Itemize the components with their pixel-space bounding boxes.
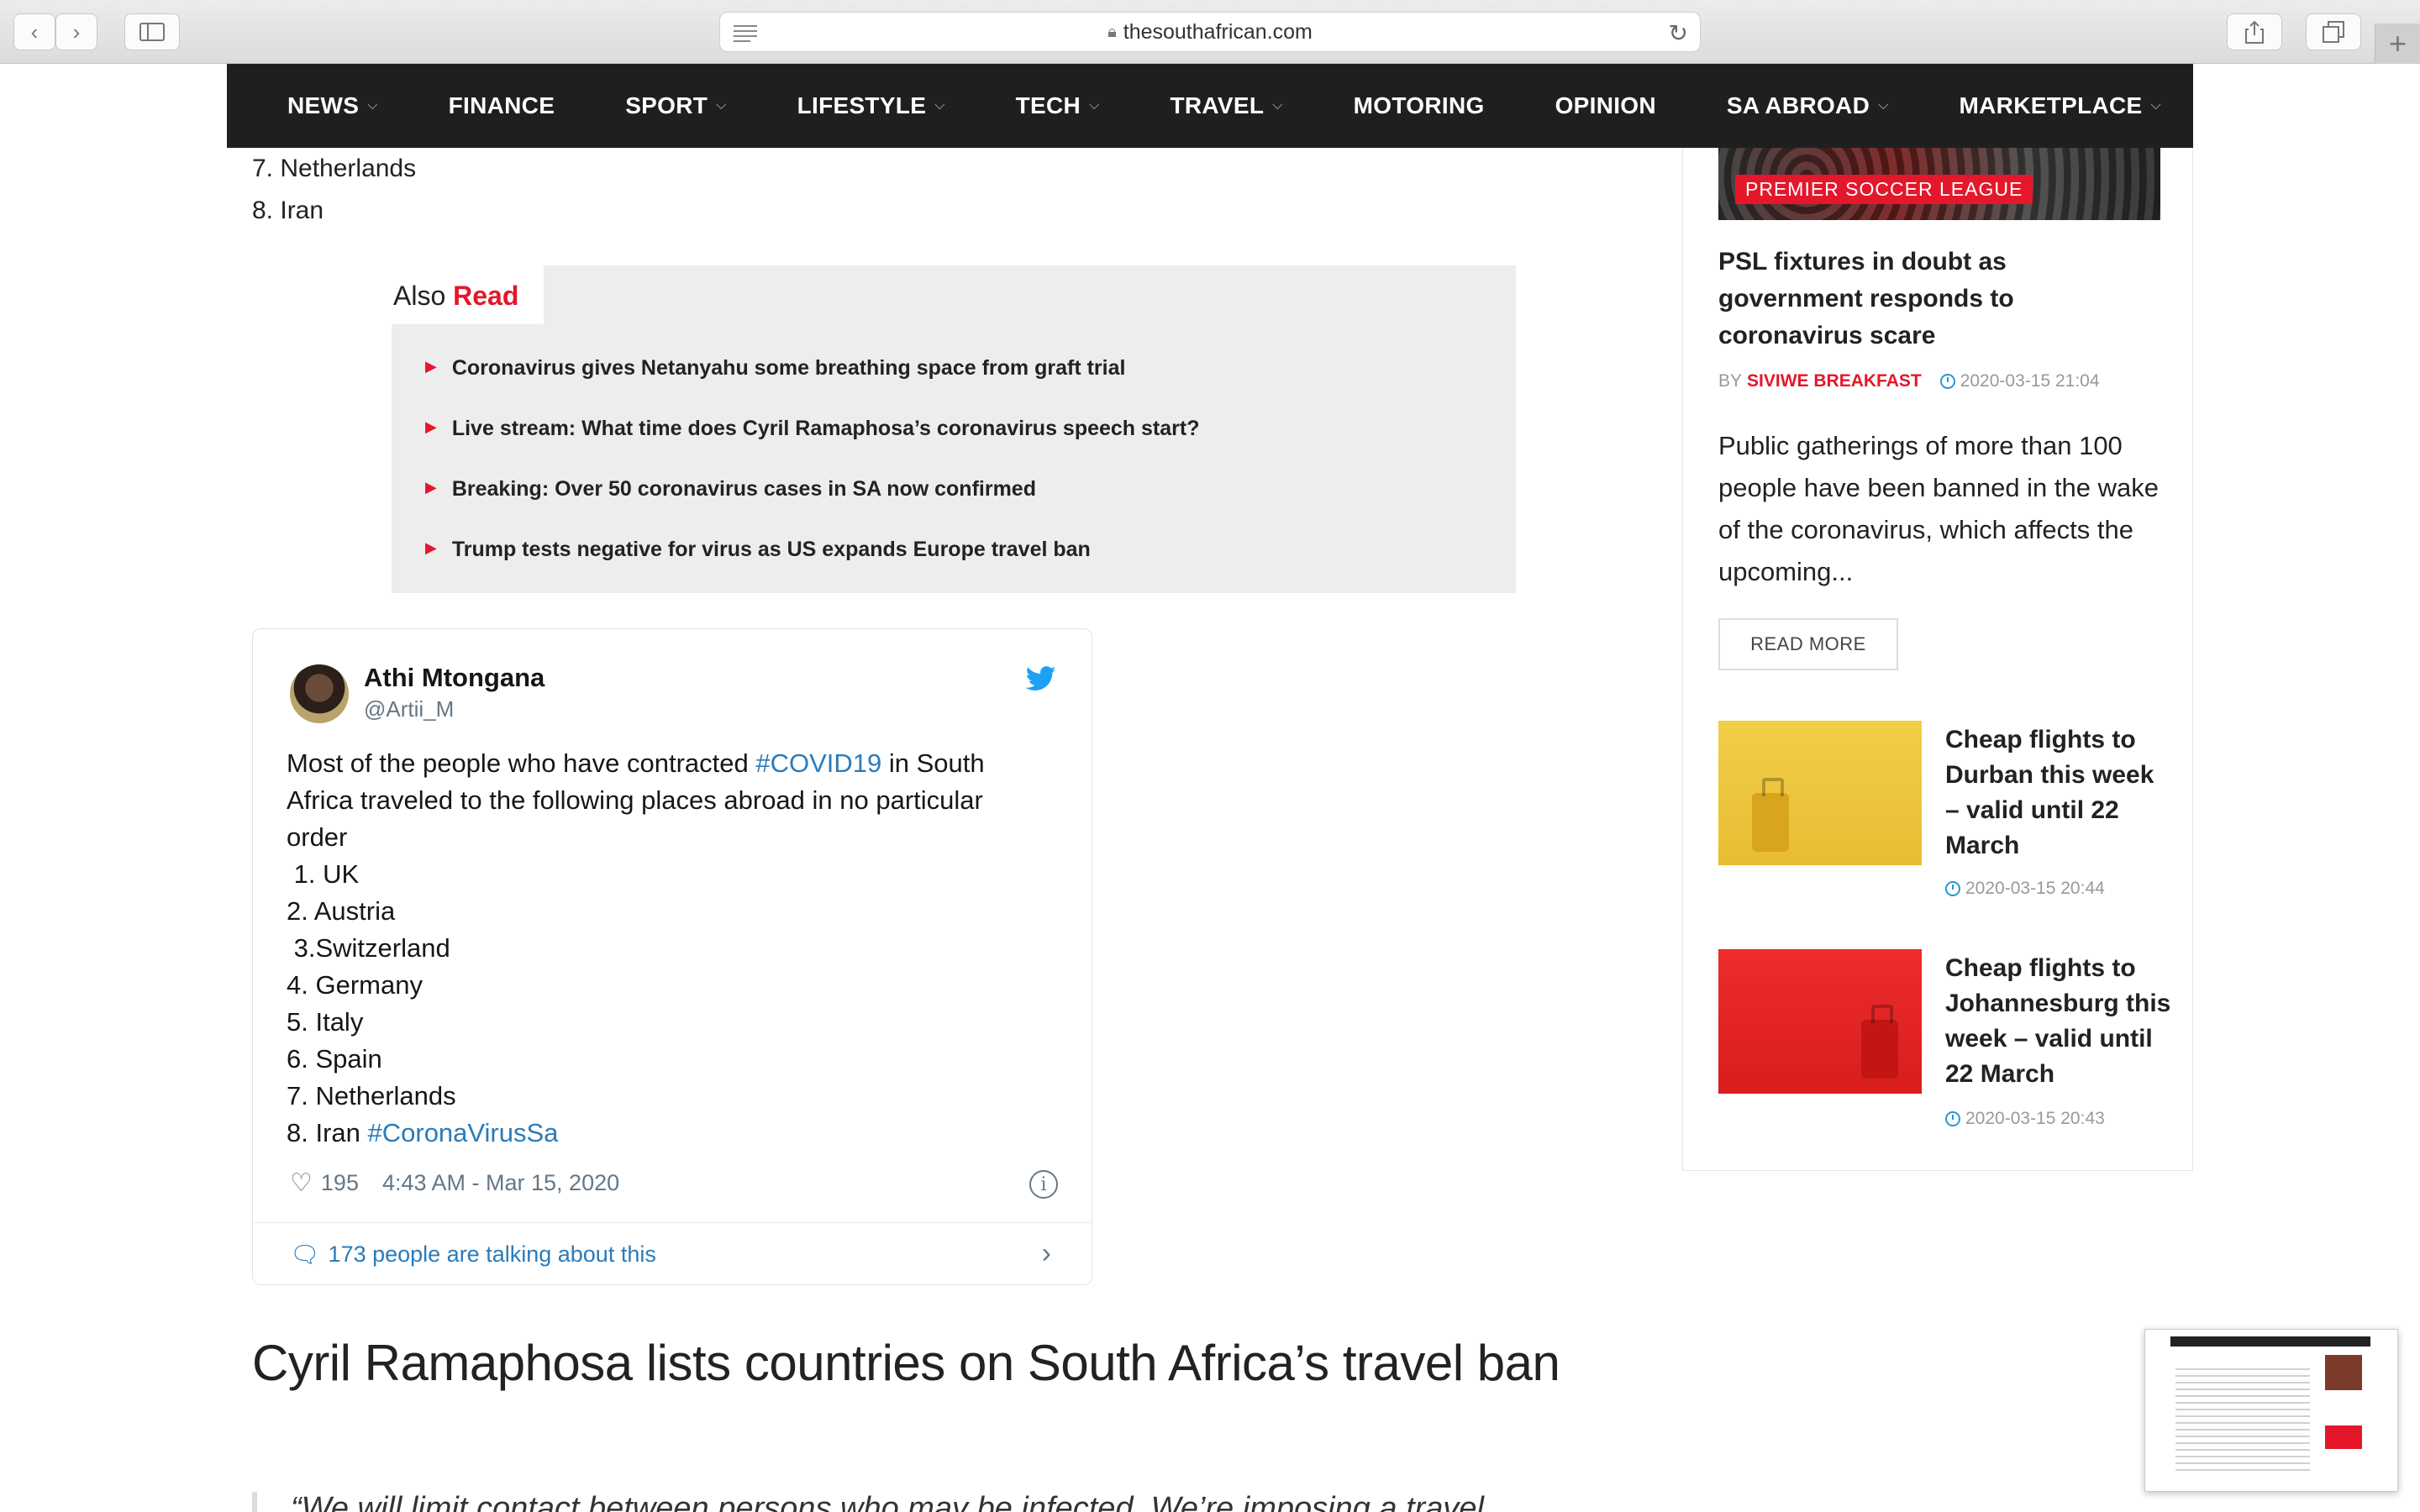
nav-item-marketplace[interactable]: MARKETPLACE ⌵ (1960, 92, 2161, 119)
also-read-link[interactable]: ▶ Live stream: What time does Cyril Ramap… (425, 417, 1199, 477)
new-tab-button[interactable]: + (2375, 24, 2420, 64)
article-title[interactable]: Cheap flights to Johannesburg this week … (1945, 951, 2172, 1092)
browser-toolbar: ‹ › 🔒︎ thesouthafrican.com ↻ + (0, 0, 2420, 64)
chevron-left-icon: ‹ (30, 18, 39, 45)
sidebar-icon (139, 23, 165, 41)
tweet-meta: ♡ 195 4:43 AM - Mar 15, 2020 (290, 1168, 619, 1198)
nav-item-opinion[interactable]: OPINION (1555, 92, 1656, 119)
tweet-author-handle[interactable]: @Artii_M (364, 696, 454, 722)
tweet-author-name[interactable]: Athi Mtongana (364, 663, 544, 693)
suitcase-image (1861, 1005, 1898, 1079)
tweet-text: Most of the people who have contracted #… (287, 748, 985, 1147)
clock-icon (1945, 1111, 1960, 1126)
post-date: 2020-03-15 20:43 (1965, 1109, 2105, 1128)
sidebar: PREMIER SOCCER LEAGUE PSL fixtures in do… (1682, 148, 2193, 1171)
article-thumbnail[interactable] (1718, 721, 1922, 865)
chevron-right-icon: › (72, 18, 81, 45)
also-read-box: Also Read ▶ Coronavirus gives Netanyahu s… (392, 265, 1516, 593)
blockquote: “We will limit contact between persons w… (252, 1492, 1630, 1512)
back-button[interactable]: ‹ (13, 13, 55, 50)
also-read-link[interactable]: ▶ Trump tests negative for virus as US ex… (425, 538, 1199, 598)
tabs-icon (2323, 21, 2344, 43)
post-date: 2020-03-15 20:44 (1965, 879, 2105, 898)
list-item: 8. Iran (252, 197, 324, 224)
hashtag-link[interactable]: #COVID19 (755, 748, 881, 778)
twitter-bird-icon[interactable] (1026, 666, 1056, 691)
url-text: thesouthafrican.com (1123, 19, 1313, 44)
avatar[interactable] (290, 664, 349, 723)
comment-icon: 🗨︎ (290, 1242, 320, 1268)
caret-right-icon: ▶ (425, 418, 437, 435)
chevron-down-icon: ⌵ (1272, 98, 1283, 113)
hashtag-link[interactable]: #CoronaVirusSa (368, 1118, 559, 1147)
side-article-card[interactable]: Cheap flights to Johannesburg this week … (1718, 949, 2172, 1142)
chevron-down-icon: ⌵ (367, 98, 378, 113)
chevron-down-icon: ⌵ (1089, 98, 1100, 113)
reader-view-icon[interactable] (732, 21, 759, 45)
nav-item-news[interactable]: NEWS ⌵ (287, 92, 378, 119)
nav-item-finance[interactable]: FINANCE (449, 92, 555, 119)
tab-overview-button[interactable] (2306, 13, 2361, 50)
category-badge[interactable]: PREMIER SOCCER LEAGUE (1735, 175, 2033, 204)
article-title[interactable]: Cheap flights to Durban this week – vali… (1945, 722, 2172, 864)
tab-preview-thumbnail[interactable] (2144, 1329, 2398, 1492)
nav-item-motoring[interactable]: MOTORING (1354, 92, 1485, 119)
like-count: 195 (320, 1170, 359, 1195)
featured-excerpt: Public gatherings of more than 100 peopl… (1718, 431, 2159, 586)
also-read-link[interactable]: ▶ Coronavirus gives Netanyahu some breath… (425, 356, 1199, 417)
nav-item-tech[interactable]: TECH ⌵ (1016, 92, 1100, 119)
divider (253, 1222, 1092, 1223)
info-icon[interactable]: i (1029, 1170, 1058, 1199)
read-more-button[interactable]: READ MORE (1718, 618, 1898, 670)
chevron-right-icon[interactable]: › (1042, 1237, 1051, 1270)
clock-icon (1945, 881, 1960, 896)
list-item: 7. Netherlands (252, 155, 417, 182)
sidebar-toggle-button[interactable] (124, 13, 180, 50)
byline: BY SIVIWE BREAKFAST 2020-03-15 21:04 (1718, 371, 2100, 391)
share-icon (2245, 20, 2264, 44)
also-read-heading: Also Read (392, 265, 544, 324)
nav-item-travel[interactable]: TRAVEL ⌵ (1171, 92, 1283, 119)
nav-item-lifestyle[interactable]: LIFESTYLE ⌵ (797, 92, 945, 119)
featured-title[interactable]: PSL fixtures in doubt as government resp… (1718, 244, 2155, 354)
chevron-down-icon: ⌵ (1878, 98, 1889, 113)
suitcase-image (1752, 778, 1789, 852)
post-date: 2020-03-15 21:04 (1960, 371, 2100, 391)
also-read-link[interactable]: ▶ Breaking: Over 50 coronavirus cases in … (425, 477, 1199, 538)
tweet-conversation-link[interactable]: 🗨︎ 173 people are talking about this (290, 1241, 656, 1268)
address-bar[interactable]: 🔒︎ thesouthafrican.com ↻ (719, 12, 1701, 52)
caret-right-icon: ▶ (425, 539, 437, 556)
tweet-timestamp[interactable]: 4:43 AM - Mar 15, 2020 (382, 1170, 619, 1196)
chevron-down-icon: ⌵ (2150, 98, 2161, 113)
clock-icon (1939, 374, 1955, 389)
caret-right-icon: ▶ (425, 479, 437, 496)
site-navigation: NEWS ⌵ FINANCE SPORT ⌵ LIFESTYLE ⌵ TECH ⌵ TR… (227, 64, 2193, 148)
section-heading: Cyril Ramaphosa lists countries on South… (252, 1335, 1560, 1391)
article-body: 7. Netherlands 8. Iran (252, 148, 1613, 232)
nav-item-sport[interactable]: SPORT ⌵ (625, 92, 726, 119)
chevron-down-icon: ⌵ (934, 98, 945, 113)
forward-button[interactable]: › (55, 13, 97, 50)
heart-icon[interactable]: ♡ (290, 1168, 313, 1198)
plus-icon: + (2388, 26, 2407, 60)
lock-icon: 🔒︎ (1107, 22, 1117, 41)
side-article-card[interactable]: Cheap flights to Durban this week – vali… (1718, 721, 2172, 914)
chevron-down-icon: ⌵ (716, 98, 727, 113)
reload-icon[interactable]: ↻ (1669, 19, 1688, 47)
author-link[interactable]: SIVIWE BREAKFAST (1747, 371, 1922, 391)
embedded-tweet: Athi Mtongana @Artii_M Most of the peopl… (252, 628, 1092, 1285)
caret-right-icon: ▶ (425, 358, 437, 375)
country-list: 7. Netherlands 8. Iran (252, 148, 1613, 232)
share-button[interactable] (2227, 13, 2282, 50)
article-thumbnail[interactable] (1718, 949, 1922, 1094)
nav-item-sa-abroad[interactable]: SA ABROAD ⌵ (1727, 92, 1889, 119)
